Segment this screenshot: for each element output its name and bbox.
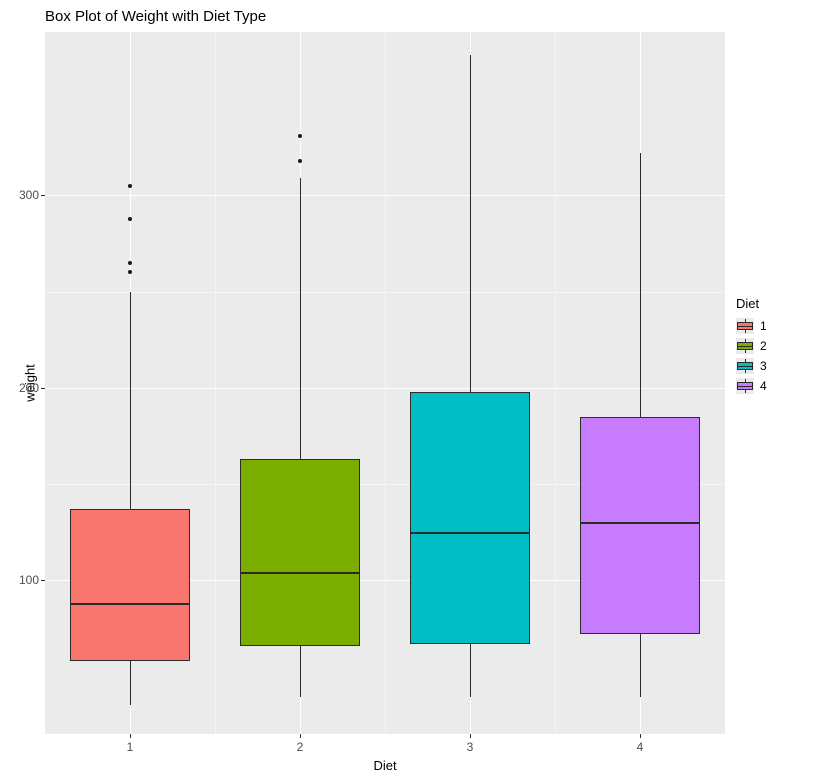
legend-key [736, 338, 754, 354]
outlier-point [298, 134, 302, 138]
legend-label: 2 [760, 339, 767, 353]
box [580, 417, 701, 634]
median-line [410, 532, 531, 534]
box [410, 392, 531, 644]
box [70, 509, 191, 661]
whisker-lower [470, 644, 471, 698]
whisker-lower [640, 634, 641, 697]
legend-label: 4 [760, 379, 767, 393]
x-tick-mark [640, 734, 641, 738]
whisker-upper [300, 178, 301, 459]
legend-key [736, 318, 754, 334]
legend-item: 2 [736, 337, 767, 355]
legend-swatch-icon [737, 322, 753, 330]
chart-container: Box Plot of Weight with Diet Type weight… [0, 0, 815, 773]
whisker-lower [300, 646, 301, 698]
whisker-upper [130, 292, 131, 509]
legend-item: 3 [736, 357, 767, 375]
legend-key [736, 358, 754, 374]
x-axis-label: Diet [373, 758, 396, 773]
whisker-upper [470, 55, 471, 392]
x-tick-mark [130, 734, 131, 738]
chart-title: Box Plot of Weight with Diet Type [45, 8, 266, 25]
legend-label: 1 [760, 319, 767, 333]
whisker-lower [130, 661, 131, 705]
y-tick-mark [41, 388, 45, 389]
outlier-point [128, 270, 132, 274]
outlier-point [128, 217, 132, 221]
median-line [70, 603, 191, 605]
gridline-minor-v [385, 32, 386, 734]
legend: Diet 1 2 3 4 [736, 296, 767, 397]
legend-swatch-icon [737, 362, 753, 370]
outlier-point [128, 261, 132, 265]
legend-swatch-icon [737, 342, 753, 350]
x-tick-mark [300, 734, 301, 738]
legend-label: 3 [760, 359, 767, 373]
gridline-minor-v [215, 32, 216, 734]
plot-panel: weight Diet 1002003001234 [45, 32, 725, 734]
legend-item: 1 [736, 317, 767, 335]
x-tick-mark [470, 734, 471, 738]
box [240, 459, 361, 646]
outlier-point [298, 159, 302, 163]
whisker-upper [640, 153, 641, 416]
median-line [580, 522, 701, 524]
y-tick-mark [41, 195, 45, 196]
legend-swatch-icon [737, 382, 753, 390]
legend-title: Diet [736, 296, 767, 311]
gridline-minor-v [555, 32, 556, 734]
legend-key [736, 378, 754, 394]
y-tick-mark [41, 580, 45, 581]
legend-item: 4 [736, 377, 767, 395]
outlier-point [128, 184, 132, 188]
median-line [240, 572, 361, 574]
